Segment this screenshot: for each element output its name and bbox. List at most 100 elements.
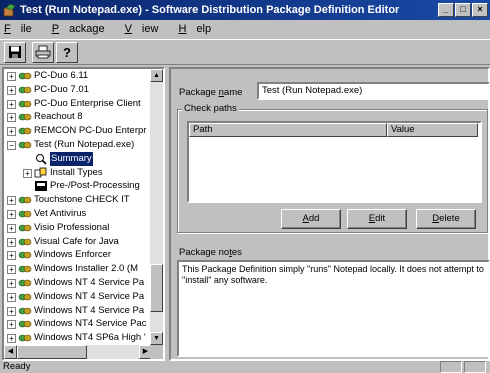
tree-item[interactable]: + PC-Duo 7.01 [4, 83, 152, 97]
scroll-up-button[interactable]: ▲ [150, 69, 163, 82]
help-icon: ? [63, 45, 71, 59]
package-icon [18, 291, 32, 303]
collapse-icon[interactable]: − [7, 140, 16, 150]
tree-item[interactable]: + Windows NT4 SP6a High ' [4, 331, 152, 345]
check-paths-title: Check paths [182, 103, 239, 114]
expand-icon[interactable]: + [7, 237, 16, 247]
tree-item[interactable]: + Windows NT 4 Service Pa [4, 276, 152, 290]
tree-item-label: PC-Duo 6.11 [34, 70, 89, 81]
tree-item[interactable]: + Visual Cafe for Java [4, 235, 152, 249]
tree-item[interactable]: + PC-Duo 6.11 [4, 69, 152, 83]
package-icon [18, 277, 32, 289]
menu-file[interactable]: File [4, 23, 42, 35]
expand-icon[interactable]: + [7, 306, 16, 316]
scroll-thumb[interactable] [150, 264, 163, 312]
expand-icon[interactable]: + [7, 320, 16, 330]
tree-item[interactable]: + Vet Antivirus [4, 207, 152, 221]
tree-item[interactable]: + Windows NT 4 Service Pa [4, 304, 152, 318]
expand-icon[interactable]: + [7, 292, 16, 302]
expand-icon[interactable]: + [23, 168, 32, 178]
tree-item-label: Windows NT4 Service Pac [34, 318, 147, 330]
tree-item[interactable]: + Reachout 8 [4, 110, 152, 124]
expand-icon[interactable]: + [7, 251, 16, 261]
expand-icon[interactable]: + [7, 334, 16, 344]
menu-view[interactable]: View [125, 23, 169, 35]
tree-item-label: Pre-/Post-Processing [50, 180, 140, 192]
tree-item-label: PC-Duo 7.01 [34, 83, 89, 95]
tree-item[interactable]: + Windows NT 4 Service Pa [4, 290, 152, 304]
menu-bar: File Package View Help [0, 20, 490, 38]
column-path[interactable]: Path [189, 123, 387, 137]
tree-item-label: Windows NT4 SP6a High ' [34, 332, 146, 344]
tree-item-label: REMCON PC-Duo Enterpr [34, 125, 147, 137]
tree-item-label: Windows Installer 2.0 (M [34, 263, 139, 275]
expand-icon[interactable]: + [7, 127, 16, 137]
tree-item-selected[interactable]: Summary [4, 151, 152, 166]
tree-item[interactable]: + Windows NT4 Service Pac [4, 317, 152, 331]
summary-icon [34, 153, 48, 165]
tree-item[interactable]: + PC-Duo Enterprise Client [4, 97, 152, 111]
expand-icon[interactable]: + [7, 99, 16, 109]
scroll-left-button[interactable]: ◀ [4, 345, 17, 359]
scroll-corner [150, 345, 163, 359]
package-icon [18, 249, 32, 261]
processing-icon [34, 180, 48, 192]
status-text: Ready [3, 361, 31, 372]
tree-item-label: PC-Duo Enterprise Client [34, 97, 141, 109]
package-notes-label: Package notes [179, 247, 242, 258]
tree-item[interactable]: Pre-/Post-Processing [4, 179, 152, 193]
save-button[interactable] [4, 41, 26, 63]
scroll-down-button[interactable]: ▼ [150, 332, 163, 345]
expand-icon[interactable]: + [7, 196, 16, 206]
delete-button[interactable]: Delete [416, 209, 476, 229]
svg-text:?: ? [63, 45, 71, 59]
menu-package[interactable]: Package [52, 23, 115, 35]
maximize-button[interactable]: □ [455, 3, 471, 17]
tree-item[interactable]: + REMCON PC-Duo Enterpr [4, 124, 152, 138]
edit-button[interactable]: Edit [347, 209, 407, 229]
check-paths-list[interactable]: Path Value [187, 121, 482, 203]
tree-vertical-scrollbar[interactable]: ▲ ▼ [150, 69, 163, 345]
details-pane: Package name Test (Run Notepad.exe) Chec… [169, 67, 490, 361]
menu-help[interactable]: Help [178, 23, 221, 35]
tree-item-label: Summary [50, 151, 93, 166]
tree-item[interactable]: + Touchstone CHECK IT [4, 193, 152, 207]
list-header: Path Value [189, 123, 478, 137]
tree-item-label: Reachout 8 [34, 111, 83, 123]
toolbar: ? [0, 39, 490, 65]
add-button[interactable]: Add [281, 209, 341, 229]
minimize-button[interactable]: _ [438, 3, 454, 17]
tree-item[interactable]: + Visio Professional [4, 221, 152, 235]
title-bar: Test (Run Notepad.exe) - Software Distri… [0, 0, 490, 20]
package-icon [18, 208, 32, 220]
expand-icon[interactable]: + [7, 223, 16, 233]
status-panel-1 [440, 361, 462, 373]
package-icon [18, 194, 32, 206]
package-icon [18, 125, 32, 137]
expand-icon[interactable]: + [7, 85, 16, 95]
package-name-field[interactable]: Test (Run Notepad.exe) [257, 82, 490, 100]
help-button[interactable]: ? [56, 41, 78, 63]
tree-item-label: Windows NT 4 Service Pa [34, 276, 145, 288]
tree-item[interactable]: + Windows Enforcer [4, 248, 152, 262]
hscroll-thumb[interactable] [17, 345, 87, 359]
expand-icon[interactable]: + [7, 278, 16, 288]
expand-icon[interactable]: + [7, 72, 16, 81]
package-icon [18, 318, 32, 330]
tree-item[interactable]: + Install Types [4, 166, 152, 180]
package-tree[interactable]: + PC-Duo 6.11 + PC-Duo 7.01 + PC-Duo Enterpri… [2, 67, 165, 361]
tree-horizontal-scrollbar[interactable]: ◀ ▶ [4, 345, 152, 359]
column-value[interactable]: Value [387, 123, 478, 137]
expand-icon[interactable]: + [7, 209, 16, 219]
package-icon [18, 263, 32, 275]
close-button[interactable]: × [472, 3, 488, 17]
expand-icon[interactable]: + [7, 113, 16, 123]
tree-item[interactable]: + Windows Installer 2.0 (M [4, 262, 152, 276]
package-icon [18, 84, 32, 96]
expand-icon[interactable]: + [7, 265, 16, 275]
tree-item-label: Windows NT 4 Service Pa [34, 304, 145, 316]
print-button[interactable] [32, 41, 54, 63]
tree-item[interactable]: − Test (Run Notepad.exe) [4, 138, 152, 152]
package-notes-field[interactable]: This Package Definition simply "runs" No… [177, 260, 490, 357]
tree-item-label: Touchstone CHECK IT [34, 194, 130, 206]
